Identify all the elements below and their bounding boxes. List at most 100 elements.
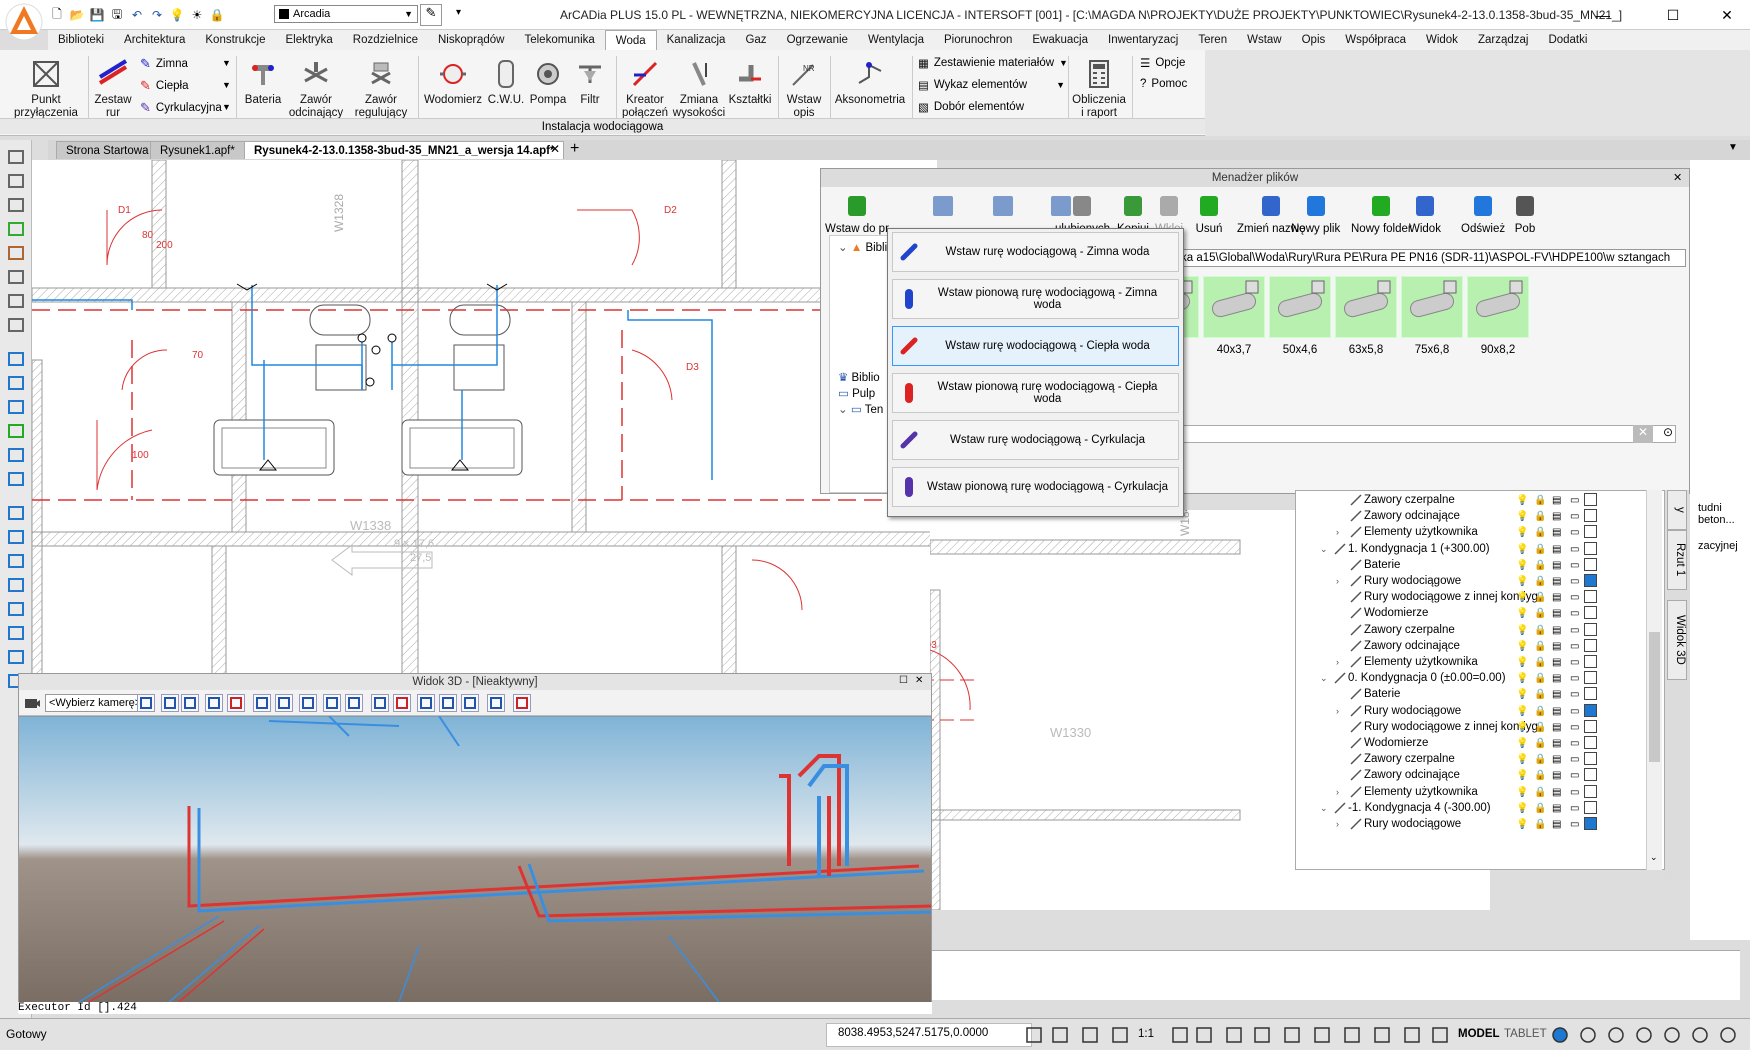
color-swatch[interactable] (1584, 752, 1597, 766)
dropdown-item-6[interactable]: Wstaw pionową rurę wodociągową - Cyrkula… (892, 467, 1179, 507)
windows-icon[interactable] (1634, 1025, 1654, 1045)
pipe-thumbnail[interactable] (1401, 276, 1463, 338)
menu-współpraca[interactable]: Współpraca (1335, 30, 1416, 50)
pobierz-button[interactable]: Pob (1511, 193, 1539, 235)
point-icon[interactable] (6, 576, 26, 594)
menu-wentylacja[interactable]: Wentylacja (858, 30, 934, 50)
menu-inwentaryzacj[interactable]: Inwentaryzacj (1098, 30, 1188, 50)
visibility-icon[interactable]: 💡 (1516, 816, 1528, 834)
tree-scrollbar[interactable]: ⌄ (1646, 490, 1662, 870)
wykaz-button[interactable]: ▤ Wykaz elementów ▼ (918, 78, 1065, 92)
nowy-folder-button[interactable]: Nowy folder (1351, 193, 1412, 235)
move-icon[interactable] (253, 694, 271, 712)
pin-icon[interactable] (1578, 1025, 1598, 1045)
menu-kanalizacja[interactable]: Kanalizacja (657, 30, 736, 50)
menu-ewakuacja[interactable]: Ewakuacja (1022, 30, 1098, 50)
open-file-icon[interactable]: 📂 (68, 6, 86, 24)
menu-elektryka[interactable]: Elektryka (275, 30, 342, 50)
tree-item-biblio-1[interactable]: ⌄ ▲ Biblio (838, 240, 894, 254)
tree-item-biblio-2[interactable]: ♛ Biblio (838, 370, 880, 384)
zoom-window-icon[interactable] (6, 398, 26, 416)
color-swatch[interactable] (1584, 590, 1597, 604)
dropdown-item-3[interactable]: Wstaw rurę wodociągową - Ciepła woda (892, 326, 1179, 366)
color-swatch[interactable] (1584, 509, 1597, 523)
pomoc-button[interactable]: ? Pomoc (1140, 78, 1187, 90)
save-as-icon[interactable]: 🖫 (108, 6, 126, 24)
color-swatch[interactable] (1584, 574, 1597, 587)
arc-icon[interactable] (6, 552, 26, 570)
walk-icon[interactable] (299, 694, 317, 712)
model-toggle[interactable]: MODEL (1458, 1028, 1500, 1040)
qat-dropdown-icon[interactable]: ▾ (456, 7, 461, 18)
pipe-thumbnail[interactable] (1467, 276, 1529, 338)
settings-icon[interactable] (1550, 1025, 1570, 1045)
zestaw-rur-button[interactable]: Zestaw rur (92, 58, 134, 120)
menu-konstrukcje[interactable]: Konstrukcje (195, 30, 275, 50)
punkt-przylaczenia-button[interactable]: Punkt przyłączenia (8, 58, 84, 120)
menu-piorunochron[interactable]: Piorunochron (934, 30, 1022, 50)
close-tab-icon[interactable]: ✕ (550, 142, 560, 156)
disabled-export-icon[interactable] (929, 193, 957, 219)
color-swatch[interactable] (1584, 736, 1597, 749)
layers-icon[interactable] (6, 172, 26, 190)
search-icon[interactable]: ⊙ (1659, 425, 1677, 443)
minimize-status-icon[interactable] (1690, 1025, 1710, 1045)
menu-zarządzaj[interactable]: Zarządzaj (1468, 30, 1539, 50)
dyn-icon[interactable] (1194, 1025, 1214, 1045)
color-swatch[interactable] (1584, 525, 1597, 539)
view-icon[interactable] (6, 446, 26, 464)
ksztaltki-button[interactable]: Kształtki (726, 58, 774, 107)
tablet-toggle[interactable]: TABLET (1504, 1028, 1547, 1040)
minimize-button[interactable]: — (1580, 0, 1626, 30)
mode-3d-alt-icon[interactable] (487, 694, 505, 712)
dropdown-arrow-icon[interactable]: ▼ (222, 58, 231, 68)
lock-icon[interactable]: 🔒 (208, 6, 226, 24)
green-square-icon[interactable] (6, 220, 26, 238)
layer-properties-icon[interactable]: ✎ (420, 4, 442, 26)
color-swatch[interactable] (1584, 557, 1597, 571)
tab-rysunek1[interactable]: Rysunek1.apf* (150, 141, 245, 159)
bateria-button[interactable]: Bateria (240, 58, 286, 107)
nowy-plik-button[interactable]: Nowy plik (1291, 193, 1340, 235)
color-swatch[interactable] (1584, 493, 1597, 506)
dropdown-item-5[interactable]: Wstaw rurę wodociągową - Cyrkulacja (892, 420, 1179, 460)
pipe-thumbnail[interactable] (1335, 276, 1397, 338)
angle-icon[interactable] (1402, 1025, 1422, 1045)
menu-gaz[interactable]: Gaz (735, 30, 776, 50)
menu-telekomunika[interactable]: Telekomunika (514, 30, 604, 50)
drawing-canvas[interactable]: W1328 W1338 9 × 17,6 27,5 D1 D2 D3 80 20… (32, 160, 937, 675)
tab-strona-startowa[interactable]: Strona Startowa (56, 141, 159, 159)
menu-rozdzielnice[interactable]: Rozdzielnice (343, 30, 428, 50)
settings-icon[interactable] (513, 694, 531, 712)
window-icon[interactable] (1606, 1025, 1626, 1045)
menu-wstaw[interactable]: Wstaw (1237, 30, 1292, 50)
ortho-icon[interactable] (1024, 1025, 1044, 1045)
menu-dodatki[interactable]: Dodatki (1538, 30, 1597, 50)
menu-biblioteki[interactable]: Biblioteki (48, 30, 114, 50)
collapse-icon[interactable]: › (1336, 815, 1339, 833)
color-swatch[interactable] (1584, 671, 1597, 685)
save-icon[interactable]: 💾 (88, 6, 106, 24)
menu-widok[interactable]: Widok (1416, 30, 1468, 50)
tree-item-pulpit[interactable]: ▭ Pulp (838, 386, 875, 400)
circle-icon[interactable] (6, 600, 26, 618)
widok-button[interactable]: Widok (1409, 193, 1441, 235)
color-swatch[interactable] (1584, 703, 1597, 717)
undo-icon[interactable]: ↶ (128, 6, 146, 24)
dropdown-arrow-icon[interactable]: ▼ (222, 80, 231, 90)
dropdown-item-1[interactable]: Wstaw rurę wodociągową - Zimna woda (892, 232, 1179, 272)
tabs-menu-icon[interactable]: ▼ (1728, 142, 1738, 153)
menu-niskoprądów[interactable]: Niskoprądów (428, 30, 514, 50)
color-swatch[interactable] (1584, 638, 1597, 652)
zawor-odcinajacy-button[interactable]: Zawór odcinający (284, 58, 348, 120)
dropdown-arrow-icon[interactable]: ▼ (222, 102, 231, 112)
aksonometria-button[interactable]: Aksonometria (832, 58, 908, 107)
pompa-button[interactable]: Pompa (528, 58, 568, 107)
draw-icon[interactable] (1312, 1025, 1332, 1045)
lines-icon[interactable] (1430, 1025, 1450, 1045)
layer-icon[interactable]: ▭ (1570, 816, 1579, 834)
axis-icon[interactable] (6, 316, 26, 334)
color-swatch[interactable] (1584, 541, 1597, 555)
zestawienie-button[interactable]: ▦ Zestawienie materiałów ▼ (918, 56, 1068, 70)
color-swatch[interactable] (1584, 784, 1597, 798)
